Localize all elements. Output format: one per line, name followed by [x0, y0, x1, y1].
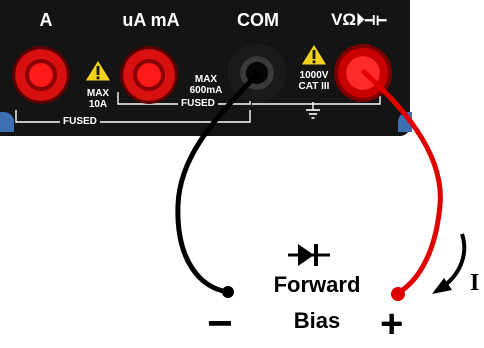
mode-label-bias: Bias [293, 308, 341, 333]
black-probe-tip [222, 286, 234, 298]
red-probe-tip [391, 287, 405, 301]
red-probe-wire [361, 69, 443, 296]
current-label: I [470, 270, 480, 296]
probe-wires [175, 69, 467, 301]
curved-arrow-icon [442, 233, 467, 288]
mode-label-forward: Forward [273, 272, 361, 297]
positive-sign: + [380, 302, 404, 346]
negative-sign: − [207, 299, 233, 348]
diode-icon [288, 244, 330, 266]
multimeter-diagram: A uA mA COM VΩ⏵⊣⊢ FUSED FUSED MAX 10A MA… [0, 0, 484, 348]
black-probe-wire [175, 71, 260, 295]
